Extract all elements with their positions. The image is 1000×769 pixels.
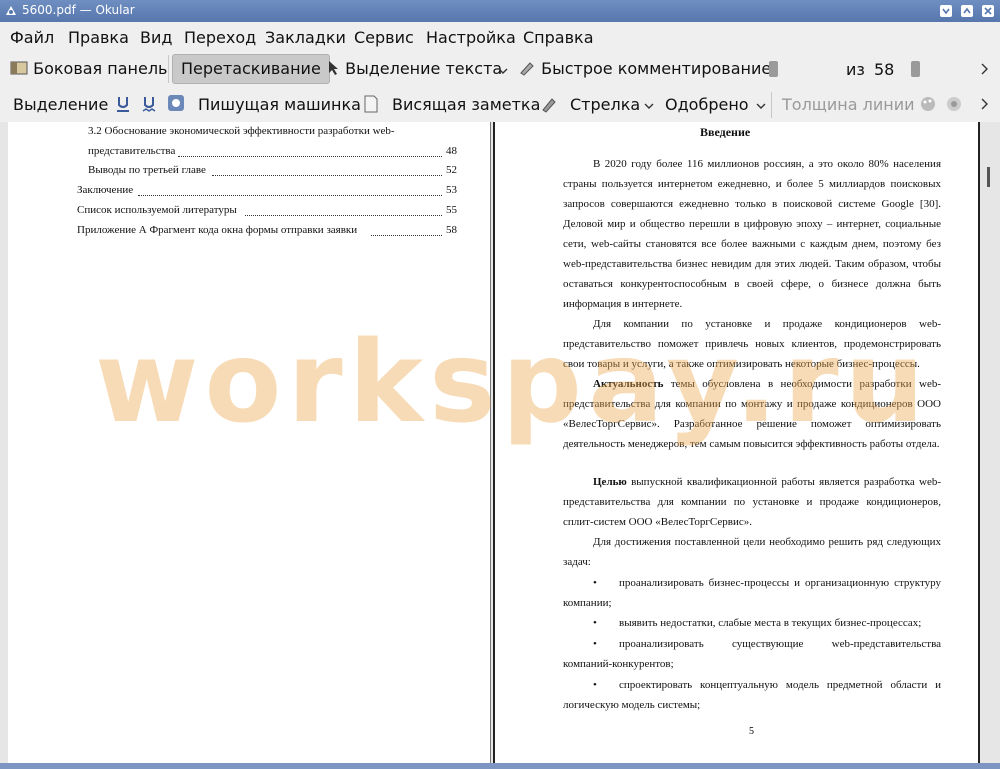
quick-comment-label: Быстрое комментирование — [541, 59, 772, 78]
color-palette-icon[interactable] — [919, 95, 937, 113]
bullet-text: спроектировать концептуальную модель пре… — [563, 679, 941, 711]
underline-icon[interactable] — [115, 95, 131, 113]
taskbar-edge — [0, 763, 1000, 769]
task-bullet-3: • проанализировать существующие web-предс… — [563, 634, 941, 674]
note-icon[interactable] — [364, 95, 378, 113]
paragraph-text: Для компании по установке и продаже конд… — [563, 318, 941, 370]
toc-entry-3-2[interactable]: 3.2 Обоснование экономической эффективно… — [88, 125, 395, 137]
task-bullet-1: • проанализировать бизнес-процессы и орга… — [563, 573, 941, 613]
relevance-term: Актуальность — [593, 378, 664, 390]
toc-page-number: 58 — [446, 224, 457, 236]
intro-paragraph-relevance: Актуальность темы обусловлена в необходи… — [563, 374, 941, 454]
squiggly-icon[interactable] — [141, 95, 157, 113]
sidebar-icon — [10, 61, 28, 75]
task-bullet-2: • выявить недостатки, слабые места в теку… — [563, 613, 941, 633]
arrow-tool[interactable]: Стрелка — [570, 95, 640, 114]
page-prev-button[interactable] — [769, 61, 778, 77]
scrollbar-thumb[interactable] — [987, 167, 990, 187]
menu-go[interactable]: Переход — [184, 28, 256, 47]
main-toolbar: Боковая панель Перетаскивание Выделение … — [0, 50, 1000, 135]
menu-edit[interactable]: Правка — [68, 28, 129, 47]
toolbar2-chevron-right-icon[interactable] — [979, 98, 989, 110]
selection-tool[interactable]: Выделение — [13, 95, 108, 114]
sidebar-button[interactable]: Боковая панель — [10, 59, 167, 78]
chevron-right-icon[interactable] — [979, 63, 989, 75]
toc-leader — [178, 156, 442, 157]
toc-entry-conclusion[interactable]: Заключение — [77, 184, 133, 196]
highlighter-icon — [520, 62, 534, 76]
bullet-marker: • — [593, 679, 597, 691]
bullet-marker: • — [593, 638, 597, 650]
page-number: 5 — [749, 726, 754, 737]
quick-comment-button[interactable]: Быстрое комментирование — [518, 59, 771, 78]
toc-leader — [371, 235, 442, 236]
menu-help[interactable]: Справка — [523, 28, 594, 47]
approved-dropdown-icon[interactable] — [756, 102, 766, 110]
intro-paragraph-goal: Целью выпускной квалификационной работы … — [563, 472, 941, 532]
window-title: 5600.pdf — Okular — [22, 3, 135, 17]
intro-paragraph-1: В 2020 году более 116 миллионов россиян,… — [563, 154, 941, 314]
toc-entry-appendix-a[interactable]: Приложение А Фрагмент кода окна формы от… — [77, 224, 357, 236]
menu-bookmarks[interactable]: Закладки — [265, 28, 346, 47]
menu-view[interactable]: Вид — [140, 28, 172, 47]
typewriter-tool[interactable]: Пишущая машинка — [198, 95, 361, 114]
drag-mode-label: Перетаскивание — [181, 59, 321, 78]
bullet-marker: • — [593, 617, 597, 629]
page-total-label: 58 — [874, 60, 895, 79]
title-bar: 5600.pdf — Okular — [0, 0, 1000, 22]
section-heading: Введение — [700, 125, 751, 139]
toc-leader — [138, 195, 442, 196]
maximize-icon[interactable] — [960, 4, 974, 18]
toc-page-number: 48 — [446, 145, 457, 157]
bullet-text: проанализировать существующие web-предст… — [563, 638, 941, 670]
stamp-icon[interactable] — [167, 94, 185, 112]
intro-paragraph-tasks: Для достижения поставленной цели необход… — [563, 532, 941, 572]
bullet-text: выявить недостатки, слабые места в текущ… — [619, 617, 922, 629]
toc-page-number: 52 — [446, 164, 457, 176]
line-width-control[interactable]: Толщина линии — [782, 95, 915, 114]
menu-settings[interactable]: Настройка — [426, 28, 516, 47]
toc-leader — [212, 175, 442, 176]
pen-icon[interactable] — [540, 95, 558, 113]
page-of-label: из — [846, 60, 865, 79]
annotation-toolbar: Выделение Пишущая машинка Висящая заметк… — [0, 87, 1000, 122]
menu-bar: Файл Правка Вид Переход Закладки Сервис … — [0, 22, 1000, 50]
sidebar-label: Боковая панель — [33, 59, 168, 78]
vertical-scrollbar[interactable] — [983, 122, 1000, 763]
popup-note-tool[interactable]: Висящая заметка — [392, 95, 540, 114]
chevron-down-icon[interactable] — [498, 67, 508, 75]
bullet-text: проанализировать бизнес-процессы и орган… — [563, 577, 941, 609]
menu-file[interactable]: Файл — [10, 28, 54, 47]
paragraph-text: Для достижения поставленной цели необход… — [563, 536, 941, 568]
bullet-marker: • — [593, 577, 597, 589]
toc-entry-3-2-cont[interactable]: представительства — [88, 145, 175, 157]
arrow-dropdown-icon[interactable] — [644, 102, 654, 110]
toc-page-number: 53 — [446, 184, 457, 196]
minimize-icon[interactable] — [939, 4, 953, 18]
cursor-arrow-icon — [329, 61, 338, 75]
okular-app-icon — [6, 6, 16, 15]
task-bullet-4: • спроектировать концептуальную модель пр… — [563, 675, 941, 715]
goal-term: Целью — [593, 476, 627, 488]
drag-mode-button[interactable]: Перетаскивание — [172, 54, 330, 84]
text-select-button[interactable]: Выделение текста — [328, 59, 502, 78]
page-4 — [8, 122, 491, 763]
page-next-button[interactable] — [911, 61, 920, 77]
toc-entry-conclusions-3[interactable]: Выводы по третьей главе — [88, 164, 206, 176]
approved-stamp-tool[interactable]: Одобрено — [665, 95, 749, 114]
toc-page-number: 55 — [446, 204, 457, 216]
menu-tools[interactable]: Сервис — [354, 28, 414, 47]
close-icon[interactable] — [981, 4, 995, 18]
paragraph-text: В 2020 году более 116 миллионов россиян,… — [563, 158, 941, 310]
opacity-icon[interactable] — [945, 95, 963, 113]
intro-paragraph-2: Для компании по установке и продаже конд… — [563, 314, 941, 374]
text-select-label: Выделение текста — [345, 59, 503, 78]
toc-leader — [245, 215, 442, 216]
toc-entry-references[interactable]: Список используемой литературы — [77, 204, 237, 216]
